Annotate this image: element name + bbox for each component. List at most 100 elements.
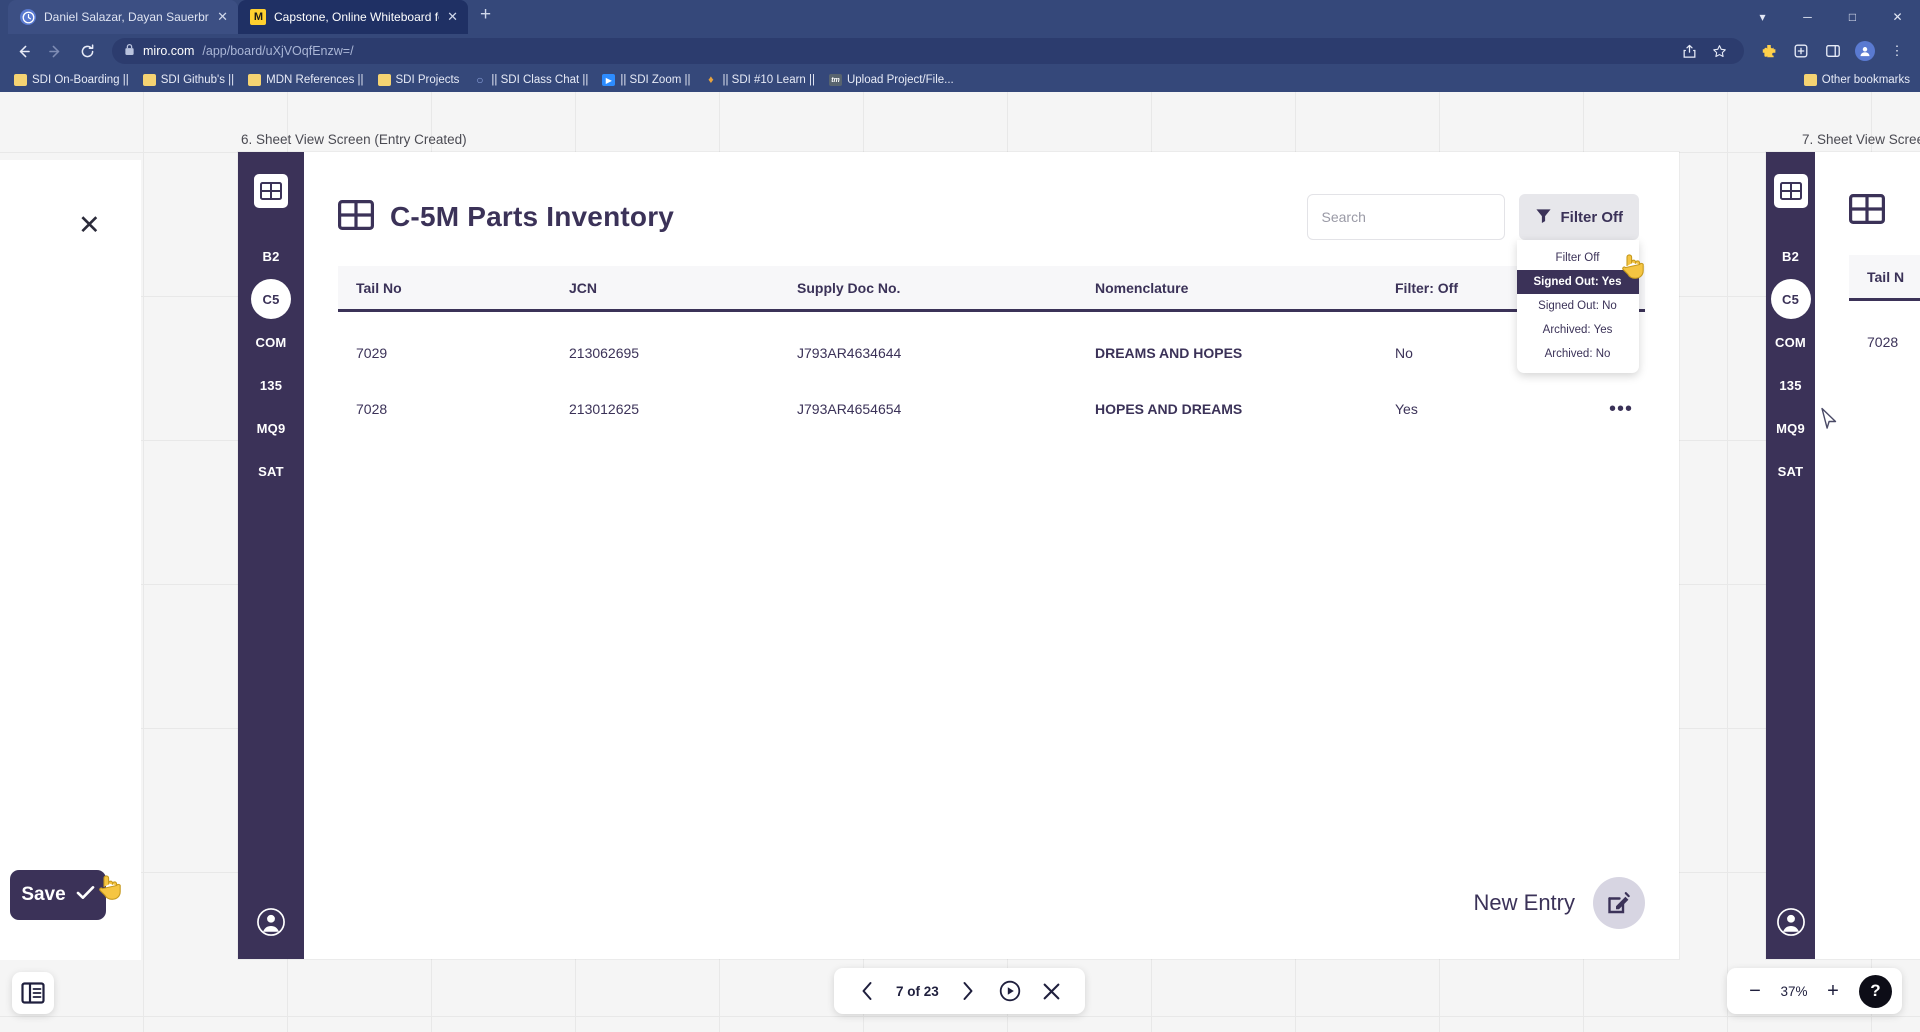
- search-input[interactable]: Search: [1306, 194, 1505, 240]
- bookmark-label: || SDI #10 Learn ||: [722, 74, 815, 86]
- menu-kebab-icon[interactable]: ⋮: [1884, 38, 1910, 64]
- sidebar-panel-icon[interactable]: [12, 972, 54, 1014]
- other-bookmarks[interactable]: Other bookmarks: [1803, 74, 1910, 86]
- column-header-tail-no[interactable]: Tail N: [1849, 269, 1920, 285]
- sidebar-item-label: MQ9: [1776, 420, 1805, 436]
- browser-tab-1[interactable]: Daniel Salazar, Dayan Sauerbronn ✕: [8, 0, 238, 34]
- share-icon[interactable]: [1676, 38, 1702, 64]
- sidebar-item-c5[interactable]: C5: [1770, 279, 1811, 319]
- lock-icon: [124, 43, 135, 59]
- back-button[interactable]: [10, 38, 36, 64]
- frame-7-sheet-view[interactable]: B2 C5 COM 135 MQ9 SAT Tail N 7028: [1766, 152, 1920, 959]
- row-menu-icon[interactable]: •••: [1527, 399, 1645, 419]
- filter-option-archived-no[interactable]: Archived: No: [1517, 342, 1639, 366]
- sidebar-item-com[interactable]: COM: [1771, 322, 1811, 362]
- table-grid-icon[interactable]: [1773, 174, 1808, 208]
- tm-icon: tm: [828, 74, 842, 86]
- puzzle-icon[interactable]: [1756, 38, 1782, 64]
- app-header: [1815, 152, 1920, 229]
- parts-inventory-table: Tail No JCN Supply Doc No. Nomenclature …: [304, 266, 1679, 432]
- bookmark-item[interactable]: tm Upload Project/File...: [823, 72, 960, 88]
- table-row[interactable]: 7028: [1849, 319, 1920, 365]
- bookmark-item[interactable]: ♦ || SDI #10 Learn ||: [698, 72, 821, 88]
- cell-tail-no: 7028: [1867, 334, 1899, 350]
- help-button[interactable]: ?: [1859, 974, 1892, 1008]
- filter-option-filter-off[interactable]: Filter Off: [1517, 246, 1639, 270]
- table-header-row: Tail No JCN Supply Doc No. Nomenclature …: [338, 266, 1645, 312]
- zoom-level[interactable]: 37%: [1775, 984, 1813, 999]
- filter-option-signed-out-yes[interactable]: Signed Out: Yes: [1516, 270, 1639, 294]
- zoom-in-button[interactable]: +: [1815, 973, 1851, 1009]
- sidebar-item-b2[interactable]: B2: [1771, 236, 1811, 276]
- new-entry-label: New Entry: [1473, 890, 1575, 915]
- edit-square-icon[interactable]: [1593, 877, 1645, 929]
- table-header-row: Tail N: [1849, 255, 1920, 301]
- filter-button[interactable]: Filter Off: [1518, 194, 1639, 240]
- column-header-nomenclature[interactable]: Nomenclature: [1077, 280, 1377, 296]
- browser-tab-2[interactable]: M Capstone, Online Whiteboard for ✕: [238, 0, 468, 34]
- bookmark-item[interactable]: SDI Projects: [372, 72, 466, 88]
- bookmark-item[interactable]: SDI On-Boarding ||: [8, 72, 135, 88]
- close-icon[interactable]: [1033, 972, 1071, 1010]
- sidebar-item-135[interactable]: 135: [1771, 365, 1811, 405]
- reload-button[interactable]: [74, 38, 100, 64]
- bookmark-star-icon[interactable]: [1706, 38, 1732, 64]
- zoom-out-button[interactable]: −: [1737, 973, 1773, 1009]
- forward-button[interactable]: [42, 38, 68, 64]
- other-bookmarks-label: Other bookmarks: [1821, 74, 1910, 86]
- new-entry-control[interactable]: New Entry: [1474, 877, 1645, 929]
- frame-6-sheet-view[interactable]: B2 C5 COM 135 MQ9 SAT C-5M Parts Invento…: [238, 152, 1679, 959]
- filter-option-label: Archived: No: [1544, 348, 1611, 360]
- column-header-filter-status[interactable]: Filter: Off: [1377, 280, 1527, 296]
- table-row[interactable]: 7029 213062695 J793AR4634644 DREAMS AND …: [338, 330, 1645, 376]
- column-header-supply-doc-no[interactable]: Supply Doc No.: [779, 280, 1077, 296]
- left-detail-panel[interactable]: ✕ Save: [0, 160, 141, 960]
- close-window-button[interactable]: ✕: [1875, 0, 1920, 34]
- cell-tail-no: 7028: [356, 401, 388, 417]
- chevron-right-icon[interactable]: [949, 972, 987, 1010]
- sidebar-item-b2[interactable]: B2: [251, 236, 291, 276]
- profile-avatar[interactable]: [1852, 38, 1878, 64]
- miro-icon: M: [250, 9, 266, 25]
- column-header-jcn[interactable]: JCN: [551, 280, 779, 296]
- maximize-button[interactable]: □: [1830, 0, 1875, 34]
- app-header: C-5M Parts Inventory Search Filter Off F…: [304, 152, 1679, 373]
- table-grid-icon[interactable]: [254, 174, 288, 208]
- save-button[interactable]: Save: [10, 870, 106, 920]
- frame-label-7[interactable]: 7. Sheet View Screen (F: [1802, 132, 1920, 147]
- play-circle-icon[interactable]: [991, 972, 1029, 1010]
- address-bar[interactable]: miro.com/app/board/uXjVOqfEnzw=/: [112, 38, 1744, 64]
- minimize-button[interactable]: ─: [1785, 0, 1830, 34]
- cell-nomenclature: HOPES AND DREAMS: [1095, 401, 1243, 417]
- sidebar-item-mq9[interactable]: MQ9: [251, 408, 291, 448]
- extension-icon[interactable]: [1788, 38, 1814, 64]
- table-row[interactable]: 7028 213012625 J793AR4654654 HOPES AND D…: [338, 386, 1645, 432]
- bookmark-item[interactable]: SDI Github's ||: [137, 72, 240, 88]
- sidebar-item-label: COM: [1775, 334, 1806, 350]
- bookmark-item[interactable]: ○ || SDI Class Chat ||: [467, 72, 594, 88]
- tab-close-icon[interactable]: ✕: [217, 9, 228, 25]
- bookmark-item[interactable]: ▶ || SDI Zoom ||: [596, 72, 696, 88]
- tab-search-chevron-icon[interactable]: ▾: [1740, 0, 1785, 34]
- sidebar-item-mq9[interactable]: MQ9: [1771, 408, 1811, 448]
- column-header-tail-no[interactable]: Tail No: [338, 280, 551, 296]
- user-avatar-icon[interactable]: [1775, 907, 1806, 937]
- miro-canvas[interactable]: 6. Sheet View Screen (Entry Created) 7. …: [0, 92, 1920, 1032]
- chevron-left-icon[interactable]: [848, 972, 886, 1010]
- sidebar-item-com[interactable]: COM: [251, 322, 291, 362]
- sidebar-item-sat[interactable]: SAT: [251, 451, 291, 491]
- new-tab-button[interactable]: +: [468, 4, 503, 30]
- sidebar-item-sat[interactable]: SAT: [1771, 451, 1811, 491]
- filter-option-archived-yes[interactable]: Archived: Yes: [1517, 318, 1639, 342]
- sidepanel-icon[interactable]: [1820, 38, 1846, 64]
- sidebar-item-c5[interactable]: C5: [251, 279, 291, 319]
- sidebar-item-135[interactable]: 135: [251, 365, 291, 405]
- cell-supply-doc-no: J793AR4634644: [797, 345, 902, 361]
- filter-option-signed-out-no[interactable]: Signed Out: No: [1517, 294, 1639, 318]
- user-avatar-icon[interactable]: [256, 907, 286, 937]
- bookmark-item[interactable]: MDN References ||: [242, 72, 369, 88]
- frame-label-6[interactable]: 6. Sheet View Screen (Entry Created): [241, 132, 467, 147]
- tab-close-icon[interactable]: ✕: [447, 9, 458, 25]
- zoom-icon: ▶: [602, 74, 616, 86]
- close-icon[interactable]: ✕: [78, 210, 101, 241]
